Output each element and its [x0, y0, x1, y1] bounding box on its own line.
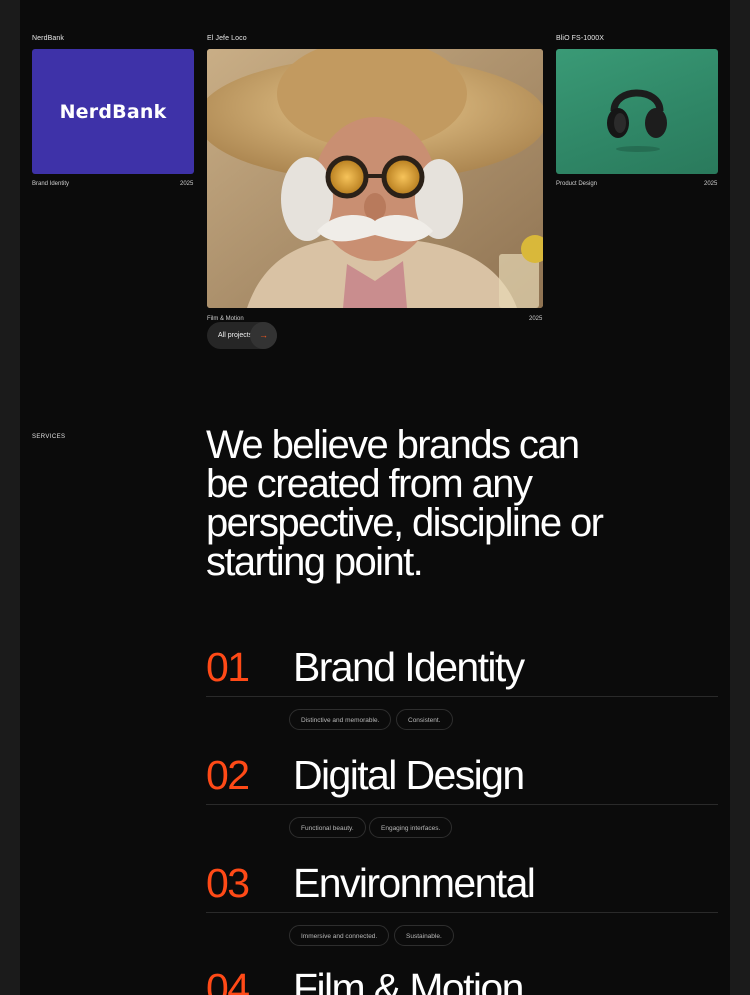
project-category: Brand Identity	[32, 181, 70, 187]
portrait-illustration	[207, 49, 543, 308]
project-thumb-el-jefe-loco[interactable]	[207, 49, 543, 308]
project-year: 2025	[704, 181, 718, 187]
divider	[206, 696, 718, 697]
service-name-film-motion[interactable]: Film & Motion	[293, 968, 524, 995]
nerdbank-logo: NerdBank	[59, 100, 167, 123]
service-name-environmental[interactable]: Environmental	[293, 863, 536, 904]
project-category: Product Design	[556, 181, 598, 187]
service-number: 03	[206, 860, 250, 906]
all-projects-button[interactable]: All projects →	[207, 322, 277, 349]
service-tag: Consistent.	[396, 709, 453, 730]
service-number: 01	[206, 644, 250, 690]
project-year: 2025	[529, 316, 543, 322]
service-number: 02	[206, 752, 250, 798]
services-headline: We believe brands can be created from an…	[206, 423, 604, 584]
service-name-digital-design[interactable]: Digital Design	[293, 755, 525, 796]
divider	[206, 912, 718, 913]
service-tag: Sustainable.	[394, 925, 454, 946]
arrow-right-icon: →	[250, 322, 277, 349]
service-tag: Engaging interfaces.	[369, 817, 453, 838]
project-year: 2025	[180, 181, 194, 187]
page-frame: NerdBank NerdBank Brand Identity 2025 El…	[20, 0, 730, 995]
headphones-image	[607, 89, 667, 152]
service-number: 04	[206, 965, 250, 995]
service-tag: Distinctive and memorable.	[289, 709, 392, 730]
divider	[206, 804, 718, 805]
service-tag: Functional beauty.	[289, 817, 366, 838]
project-thumb-nerdbank[interactable]: NerdBank	[32, 49, 194, 174]
service-tag: Immersive and connected.	[289, 925, 390, 946]
project-title-blio[interactable]: BliO FS-1000X	[556, 35, 604, 42]
project-title-el-jefe-loco[interactable]: El Jefe Loco	[207, 35, 247, 42]
project-title-nerdbank[interactable]: NerdBank	[32, 35, 64, 42]
service-name-brand-identity[interactable]: Brand Identity	[293, 647, 525, 688]
all-projects-label: All projects	[218, 332, 253, 339]
services-label: SERVICES	[32, 434, 66, 440]
project-thumb-blio[interactable]	[556, 49, 718, 174]
